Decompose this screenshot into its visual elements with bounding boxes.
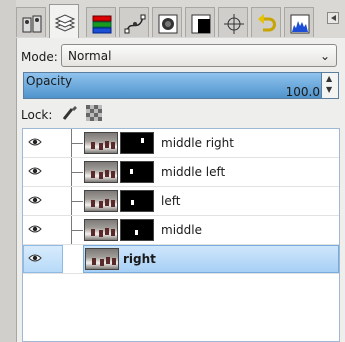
tab-pointer[interactable] [218, 7, 248, 37]
opacity-slider[interactable]: Opacity 100.0 ▲ ▼ [23, 72, 339, 99]
spin-up-icon[interactable]: ▲ [326, 74, 332, 83]
layer-row[interactable]: middle right [23, 129, 339, 158]
chevron-down-icon: ⌄ [319, 49, 330, 63]
layers-icon [54, 14, 76, 32]
thumbnail-figure [91, 142, 95, 149]
layer-row[interactable]: left [23, 187, 339, 216]
lock-pixels-icon[interactable] [61, 104, 79, 122]
paths-icon [124, 14, 146, 34]
spin-down-icon[interactable]: ▼ [326, 85, 332, 94]
channels-icon [92, 15, 112, 34]
thumbnail-figure [99, 230, 103, 237]
layer-thumbnail [84, 161, 118, 183]
visibility-eye-icon[interactable] [28, 253, 42, 263]
thumbnail-figure [111, 200, 115, 207]
layer-name[interactable]: middle left [161, 165, 225, 179]
layer-mask-thumbnail[interactable] [120, 190, 154, 212]
thumbnail-figure [105, 228, 109, 235]
thumbnail-figure [111, 229, 115, 236]
layer-row[interactable]: middle left [23, 158, 339, 187]
tree-branch [71, 201, 83, 202]
mode-value: Normal [68, 49, 112, 63]
thumbnail-figure [92, 258, 96, 265]
layer-thumbnail [84, 132, 118, 154]
tab-undo-history[interactable] [251, 7, 281, 37]
tool-options-icon [22, 15, 42, 33]
layer-name[interactable]: middle right [161, 136, 234, 150]
dock-left-edge [0, 0, 16, 342]
mode-label: Mode: [21, 50, 58, 64]
patterns-icon [191, 14, 211, 34]
brushes-icon [158, 14, 178, 34]
thumbnail-figure [105, 141, 109, 148]
layer-thumbnail [84, 190, 118, 212]
tab-layers[interactable] [49, 4, 79, 40]
opacity-label: Opacity [26, 74, 73, 88]
opacity-value: 100.0 [285, 85, 320, 99]
thumbnail-figure [112, 258, 116, 265]
visibility-eye-icon[interactable] [28, 195, 42, 205]
row-divider [23, 273, 339, 274]
thumbnail-figure [99, 201, 103, 208]
mask-spot [141, 138, 144, 143]
tab-channels[interactable] [86, 7, 116, 37]
lock-alpha-icon[interactable] [85, 104, 103, 122]
histogram-icon [290, 14, 310, 34]
layer-thumbnail [85, 248, 119, 270]
opacity-spin-buttons[interactable]: ▲ ▼ [321, 73, 338, 98]
layers-panel: Mode: Normal ⌄ Opacity 100.0 ▲ ▼ Lock: m… [16, 38, 345, 342]
thumbnail-figure [100, 259, 104, 266]
tab-patterns[interactable] [185, 7, 215, 37]
thumbnail-figure [91, 229, 95, 236]
mask-spot [135, 230, 138, 235]
tab-paths[interactable] [119, 7, 149, 37]
tab-histogram[interactable] [284, 7, 314, 37]
layer-name[interactable]: left [161, 194, 180, 208]
layer-name[interactable]: middle [161, 223, 202, 237]
visibility-eye-icon[interactable] [28, 224, 42, 234]
undo-icon [258, 14, 276, 32]
dock-menu-button[interactable] [327, 12, 339, 24]
layer-row[interactable]: middle [23, 216, 339, 245]
mask-spot [130, 169, 133, 174]
mode-select[interactable]: Normal ⌄ [61, 44, 337, 67]
layer-mask-thumbnail[interactable] [120, 132, 154, 154]
thumbnail-figure [111, 142, 115, 149]
tree-branch [71, 143, 83, 144]
layer-mask-thumbnail[interactable] [120, 219, 154, 241]
visibility-eye-icon[interactable] [28, 166, 42, 176]
selection-highlight [83, 245, 339, 273]
tree-branch [71, 172, 83, 173]
dock-tab-bar [16, 4, 316, 40]
thumbnail-figure [105, 199, 109, 206]
layer-mask-thumbnail[interactable] [120, 161, 154, 183]
thumbnail-figure [91, 200, 95, 207]
thumbnail-figure [111, 171, 115, 178]
thumbnail-figure [106, 257, 110, 264]
layer-thumbnail [84, 219, 118, 241]
lock-label: Lock: [21, 108, 53, 122]
mask-spot [131, 200, 134, 205]
visibility-eye-icon[interactable] [28, 137, 42, 147]
thumbnail-figure [99, 143, 103, 150]
thumbnail-figure [91, 171, 95, 178]
pointer-icon [224, 14, 244, 34]
thumbnail-figure [105, 170, 109, 177]
layer-row[interactable]: right [23, 245, 339, 274]
tree-branch [71, 230, 83, 231]
tab-brushes[interactable] [152, 7, 182, 37]
thumbnail-figure [99, 172, 103, 179]
tab-tool-options[interactable] [16, 7, 46, 37]
layer-name[interactable]: right [123, 252, 156, 266]
layer-list: middle right middle left left middle right [22, 128, 340, 342]
